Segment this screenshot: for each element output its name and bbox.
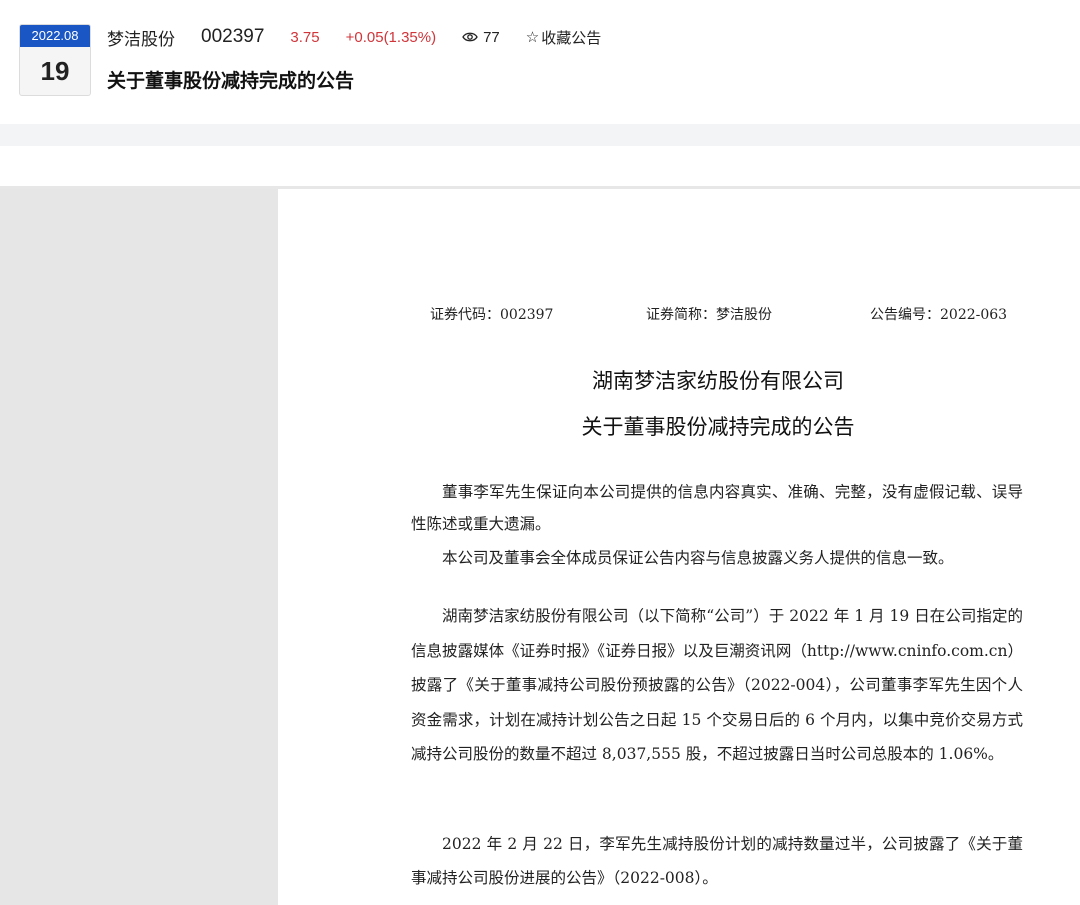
stock-change: +0.05(1.35%) bbox=[345, 28, 437, 46]
securities-code: 证券代码：002397 bbox=[430, 307, 554, 323]
view-count: 77 bbox=[462, 29, 500, 46]
view-count-value: 77 bbox=[483, 28, 500, 46]
body-paragraph-2: 2022 年 2 月 22 日，李军先生减持股份计划的减持数量过半，公司披露了《… bbox=[411, 835, 1023, 887]
notice-paragraph-2: 本公司及董事会全体成员保证公告内容与信息披露义务人提供的信息一致。 bbox=[442, 549, 954, 567]
announcement-header: 2022.08 19 梦洁股份 002397 3.75 +0.05(1.35%)… bbox=[0, 0, 1080, 124]
favorite-button[interactable]: ☆ 收藏公告 bbox=[526, 27, 601, 48]
notice-paragraph: 董事李军先生保证向本公司提供的信息内容真实、准确、完整，没有虚假记载、误导性陈述… bbox=[411, 483, 1023, 533]
company-name: 湖南梦洁家纺股份有限公司 bbox=[592, 369, 844, 393]
date-day: 19 bbox=[40, 56, 70, 86]
stock-meta-row: 梦洁股份 002397 3.75 +0.05(1.35%) 77 ☆ 收藏公告 bbox=[107, 24, 627, 50]
announcement-title: 关于董事股份减持完成的公告 bbox=[581, 415, 855, 439]
viewer-gutter bbox=[0, 189, 278, 905]
eye-icon bbox=[462, 32, 478, 42]
favorite-label: 收藏公告 bbox=[541, 28, 602, 47]
star-outline-icon: ☆ bbox=[525, 28, 540, 46]
stock-name-link[interactable]: 梦洁股份 bbox=[107, 25, 175, 50]
securities-short-name: 证券简称：梦洁股份 bbox=[646, 307, 772, 323]
stock-price: 3.75 bbox=[290, 28, 320, 46]
page-title: 关于董事股份减持完成的公告 bbox=[107, 70, 355, 92]
document-page: 证券代码：002397 证券简称：梦洁股份 公告编号：2022-063 湖南梦洁… bbox=[278, 189, 1080, 905]
date-year-month: 2022.08 bbox=[20, 25, 90, 47]
body-paragraph-1: 湖南梦洁家纺股份有限公司（以下简称“公司”）于 2022 年 1 月 19 日在… bbox=[411, 607, 1023, 763]
stock-code: 002397 bbox=[201, 26, 265, 47]
header-separator bbox=[0, 124, 1080, 146]
date-badge: 2022.08 19 bbox=[19, 24, 91, 96]
announcement-number: 公告编号：2022-063 bbox=[870, 307, 1008, 323]
